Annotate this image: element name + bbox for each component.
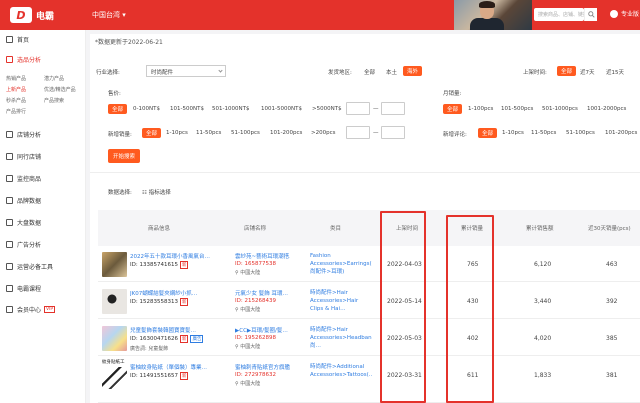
new-reviews-label: 新增评论: xyxy=(443,132,467,138)
region-selector[interactable]: 中国台湾 ▾ xyxy=(92,10,126,20)
origin-overseas[interactable]: 海外 xyxy=(403,66,423,76)
grid-icon: ☷ xyxy=(142,190,149,196)
start-search-button[interactable]: 开始搜索 xyxy=(108,149,141,163)
sidebar-item-peer-shops[interactable]: 同行店铺 xyxy=(0,149,41,163)
logo-text: 电霸 xyxy=(36,11,55,22)
vip-badge: VIP xyxy=(44,305,56,313)
origin-local[interactable]: 本土 xyxy=(386,68,397,76)
sidebar-item-monitor[interactable]: 监控商品 xyxy=(0,171,41,185)
launch-7d[interactable]: 近7天 xyxy=(580,68,595,76)
price-opt-4[interactable]: 1001-5000NT$ xyxy=(261,106,302,112)
sidebar-item-courses[interactable]: 电霸课程 xyxy=(0,281,41,295)
sidebar-item-member[interactable]: 会员中心 VIP xyxy=(0,302,56,316)
logo-icon: D xyxy=(10,7,32,23)
ads-icon xyxy=(6,240,13,248)
new-reviews-opt-1[interactable]: 1-10pcs xyxy=(502,130,524,136)
new-sales-opt-1[interactable]: 1-10pcs xyxy=(166,130,188,136)
price-opt-3[interactable]: 501-1000NT$ xyxy=(212,106,249,112)
monitor-icon xyxy=(6,174,13,182)
search-icon[interactable] xyxy=(584,8,597,21)
sub-item-search[interactable]: 产品搜索 xyxy=(44,97,64,104)
brand-icon xyxy=(6,196,13,204)
price-opt-1[interactable]: 0-100NT$ xyxy=(133,106,160,112)
new-sales-opt-3[interactable]: 51-100pcs xyxy=(231,130,260,136)
new-sales-max-input[interactable] xyxy=(381,126,405,139)
sub-item-selected[interactable]: 优选/精选产品 xyxy=(44,86,76,93)
new-sales-all[interactable]: 全部 xyxy=(142,128,162,138)
sub-item-potential[interactable]: 潜力产品 xyxy=(44,75,64,82)
sidebar-item-tools[interactable]: 运营必备工具 xyxy=(0,259,53,273)
origin-all[interactable]: 全部 xyxy=(364,68,375,76)
sidebar-item-brand[interactable]: 品牌数据 xyxy=(0,193,41,207)
range-dash-2: — xyxy=(373,130,379,136)
user-menu[interactable]: 专业版 xyxy=(610,9,639,18)
launch-15d[interactable]: 近15天 xyxy=(606,68,624,76)
new-reviews-opt-4[interactable]: 101-200pcs xyxy=(605,130,637,136)
new-sales-opt-2[interactable]: 11-50pcs xyxy=(196,130,221,136)
monthly-opt-4[interactable]: 1001-2000pcs xyxy=(587,106,626,112)
sub-item-hot[interactable]: 热销产品 xyxy=(6,75,26,82)
price-opt-2[interactable]: 101-500NT$ xyxy=(170,106,204,112)
chevron-down-icon xyxy=(218,68,223,73)
monthly-all[interactable]: 全部 xyxy=(443,104,463,114)
launch-all[interactable]: 全部 xyxy=(557,66,577,76)
member-icon xyxy=(6,305,13,313)
category-select[interactable]: 时尚配件 xyxy=(146,65,226,77)
price-min-input[interactable] xyxy=(346,102,370,115)
avatar xyxy=(610,9,618,18)
new-reviews-opt-2[interactable]: 11-50pcs xyxy=(531,130,556,136)
price-label: 售价: xyxy=(108,91,121,97)
range-dash: — xyxy=(373,106,379,112)
origin-label: 发货地区: xyxy=(328,70,352,76)
monthly-opt-3[interactable]: 501-1000pcs xyxy=(542,106,578,112)
monthly-opt-1[interactable]: 1-100pcs xyxy=(468,106,493,112)
sidebar-item-ads[interactable]: 广告分析 xyxy=(0,237,41,251)
sidebar-item-shop-analysis[interactable]: 店铺分析 xyxy=(0,127,41,141)
product-analysis-icon xyxy=(6,55,13,63)
shop-icon xyxy=(6,130,13,138)
price-opt-5[interactable]: >5000NT$ xyxy=(312,106,342,112)
new-sales-opt-5[interactable]: >200pcs xyxy=(311,130,336,136)
launch-label: 上架时间: xyxy=(523,70,547,76)
sub-item-ranking[interactable]: 产品排行 xyxy=(6,108,26,115)
price-max-input[interactable] xyxy=(381,102,405,115)
search-input[interactable]: 搜索商品、店铺、链接 xyxy=(534,8,584,21)
sidebar-item-market[interactable]: 大盘数据 xyxy=(0,215,41,229)
new-sales-opt-4[interactable]: 101-200pcs xyxy=(270,130,302,136)
divider xyxy=(90,172,640,173)
update-note: *数据更新于2022-06-21 xyxy=(95,39,163,46)
courses-icon xyxy=(6,284,13,292)
main-panel: *数据更新于2022-06-21 行业选择: 时尚配件 发货地区: 全部 本土 … xyxy=(90,34,640,403)
metrics-select-button[interactable]: ☷ 指标选择 xyxy=(142,188,171,196)
sub-item-new[interactable]: 上新产品 xyxy=(6,86,26,93)
new-sales-min-input[interactable] xyxy=(346,126,370,139)
brand-logo[interactable]: D 电霸 xyxy=(10,7,54,23)
market-icon xyxy=(6,218,13,226)
category-label: 行业选择: xyxy=(96,70,120,76)
sidebar: 首页 选品分析 热销产品 潜力产品 上新产品 优选/精选产品 秒杀产品 产品搜索… xyxy=(0,30,86,403)
data-select-label: 数据选择: xyxy=(108,190,132,196)
promo-portrait-image xyxy=(454,0,532,30)
new-reviews-opt-3[interactable]: 51-100pcs xyxy=(566,130,595,136)
sidebar-item-home[interactable]: 首页 xyxy=(0,32,29,46)
home-icon xyxy=(6,35,13,43)
price-all[interactable]: 全部 xyxy=(108,104,128,114)
new-sales-label: 新增销量: xyxy=(108,132,132,138)
monthly-opt-2[interactable]: 101-500pcs xyxy=(501,106,533,112)
peers-icon xyxy=(6,152,13,160)
sidebar-item-product-analysis[interactable]: 选品分析 xyxy=(0,52,41,66)
tools-icon xyxy=(6,262,13,270)
user-label: 专业版 xyxy=(621,11,640,18)
sub-item-flash[interactable]: 秒杀产品 xyxy=(6,97,26,104)
monthly-label: 月销量: xyxy=(443,91,462,97)
new-reviews-all[interactable]: 全部 xyxy=(478,128,498,138)
